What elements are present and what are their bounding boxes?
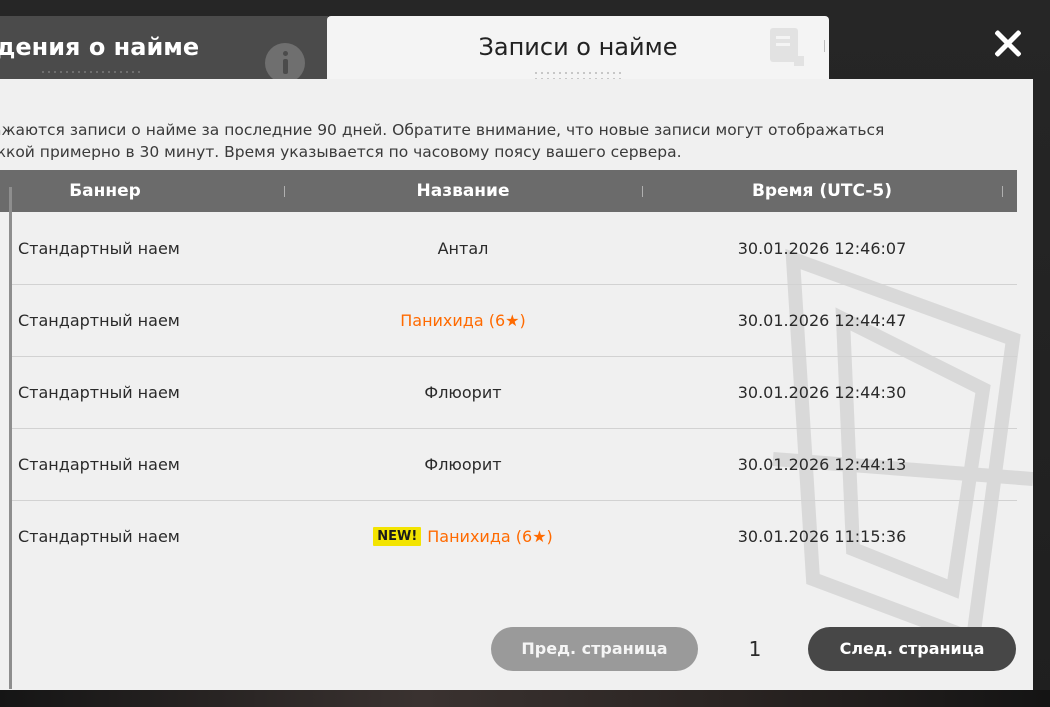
cell-banner: Стандартный наем	[18, 239, 180, 258]
cell-banner: Стандартный наем	[18, 455, 180, 474]
cell-time: 30.01.2026 12:44:47	[737, 311, 907, 330]
cell-name: Антал	[284, 213, 642, 285]
records-panel: ажаются записи о найме за последние 90 д…	[0, 79, 1033, 690]
cell-banner: Стандартный наем	[18, 527, 180, 546]
operator-name-rare: Панихида (6★)	[400, 311, 526, 330]
operator-name: Антал	[437, 239, 489, 258]
next-page-button[interactable]: След. страница	[808, 627, 1016, 671]
table-row: Стандартный наем NEW! Панихида (6★) 30.01…	[0, 501, 1017, 573]
cell-name: Флюорит	[284, 429, 642, 501]
table-row: Стандартный наем Флюорит 30.01.2026 12:4…	[0, 429, 1017, 501]
records-notice: ажаются записи о найме за последние 90 д…	[0, 119, 1032, 163]
tab-recruit-records-label: Записи о найме	[478, 33, 678, 61]
background-strip	[0, 690, 1050, 707]
operator-name: Флюорит	[424, 383, 502, 402]
records-notice-line-1: ажаются записи о найме за последние 90 д…	[0, 121, 885, 139]
page-number: 1	[748, 637, 762, 661]
column-header-name: Название	[416, 181, 510, 201]
cell-name: Флюорит	[284, 357, 642, 429]
records-notice-line-2: жкой примерно в 30 минут. Время указывае…	[0, 143, 682, 161]
prev-page-button[interactable]: Пред. страница	[491, 627, 698, 671]
cell-banner: Стандартный наем	[18, 383, 180, 402]
cell-banner: Стандартный наем	[18, 311, 180, 330]
tab-recruit-info[interactable]: дения о найме	[0, 16, 328, 83]
cell-name: Панихида (6★)	[284, 285, 642, 357]
operator-name: Флюорит	[424, 455, 502, 474]
table-row: Стандартный наем Флюорит 30.01.2026 12:4…	[0, 357, 1017, 429]
table-row: Стандартный наем Панихида (6★) 30.01.202…	[0, 285, 1017, 357]
info-icon	[265, 43, 305, 83]
table-header: Баннер Название Время (UTC-5)	[0, 170, 1017, 212]
column-separator	[1002, 186, 1003, 197]
tab-recruit-records[interactable]: Записи о найме	[327, 16, 829, 80]
cell-name: NEW! Панихида (6★)	[284, 501, 642, 573]
new-badge: NEW!	[373, 527, 422, 546]
tab-separator	[824, 40, 825, 52]
column-header-banner: Баннер	[69, 181, 141, 201]
table-row: Стандартный наем Антал 30.01.2026 12:46:…	[0, 213, 1017, 285]
column-header-time: Время (UTC-5)	[751, 181, 893, 201]
tab-dots-decor	[533, 72, 623, 74]
gacha-history-window: дения о найме Записи о найме ажаются зап…	[0, 0, 1050, 707]
tab-dots-decor	[40, 71, 140, 73]
cell-time: 30.01.2026 12:44:30	[737, 383, 907, 402]
operator-name-rare: Панихида (6★)	[427, 527, 553, 546]
cell-time: 30.01.2026 11:15:36	[737, 527, 907, 546]
cell-time: 30.01.2026 12:46:07	[737, 239, 907, 258]
cell-time: 30.01.2026 12:44:13	[737, 455, 907, 474]
tab-recruit-info-label: дения о найме	[0, 33, 200, 61]
document-icon	[770, 28, 804, 66]
close-button[interactable]	[988, 24, 1028, 64]
